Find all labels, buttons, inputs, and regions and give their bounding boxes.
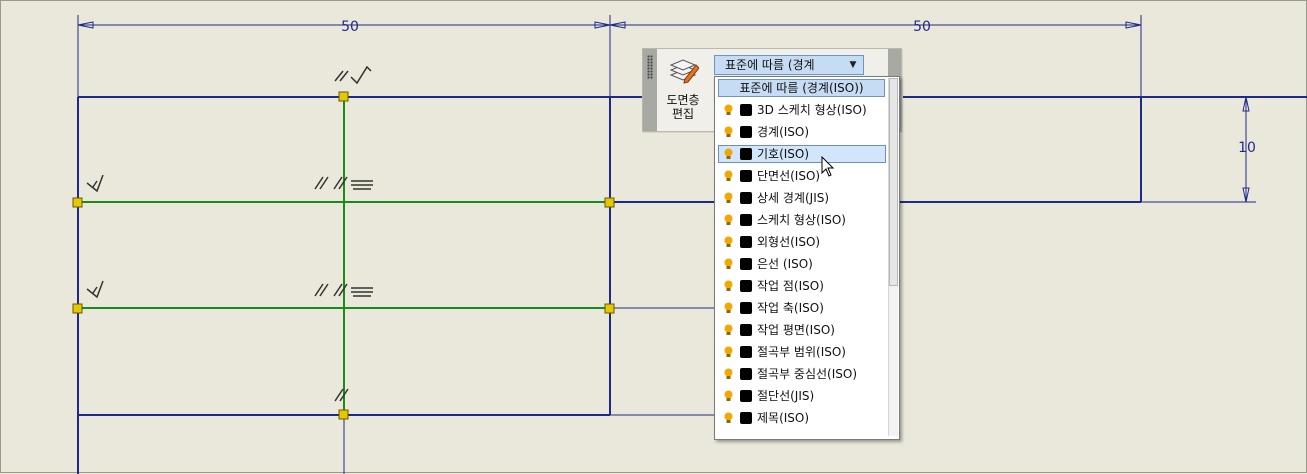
dimension-left-width[interactable]: 50 <box>341 19 359 35</box>
layer-color-swatch[interactable] <box>740 346 752 358</box>
layer-color-swatch[interactable] <box>740 412 752 424</box>
lightbulb-icon[interactable] <box>724 302 733 314</box>
dimension-right-width[interactable]: 50 <box>913 19 931 35</box>
layer-list-item[interactable]: 스케치 형상(ISO) <box>715 209 887 231</box>
layer-color-swatch[interactable] <box>740 368 752 380</box>
lightbulb-icon[interactable] <box>724 346 733 358</box>
layer-name: 제목(ISO) <box>757 411 810 425</box>
layer-list-item[interactable]: 단면선(ISO) <box>715 165 887 187</box>
layer-name: 작업 평면(ISO) <box>757 323 835 337</box>
chevron-down-icon: ▼ <box>849 60 857 70</box>
thin-lines <box>343 307 714 474</box>
lightbulb-icon[interactable] <box>724 104 733 116</box>
perpendicular-icon <box>86 174 104 193</box>
panel-grip[interactable] <box>643 49 657 131</box>
layer-color-swatch[interactable] <box>740 236 752 248</box>
layer-list-item[interactable]: 절곡부 중심선(ISO) <box>715 363 887 385</box>
lightbulb-icon[interactable] <box>724 236 733 248</box>
lightbulb-icon[interactable] <box>724 170 733 182</box>
constraint-glyphs[interactable] <box>86 65 373 402</box>
layer-name: 절단선(JIS) <box>757 389 815 403</box>
layer-color-swatch[interactable] <box>740 148 752 160</box>
layer-color-swatch[interactable] <box>740 126 752 138</box>
layer-list-item[interactable]: 작업 평면(ISO) <box>715 319 887 341</box>
layer-name: 은선 (ISO) <box>757 257 813 271</box>
lightbulb-icon[interactable] <box>724 324 733 336</box>
lightbulb-icon[interactable] <box>724 192 733 204</box>
layer-list: 3D 스케치 형상(ISO) 경계(ISO) 기호(ISO) 단면선(ISO) 상세 경… <box>715 99 887 429</box>
perpendicular-icon <box>86 280 104 299</box>
layer-name: 단면선(ISO) <box>757 169 821 183</box>
lightbulb-icon[interactable] <box>724 148 733 160</box>
layer-color-swatch[interactable] <box>740 390 752 402</box>
layer-select[interactable]: 표준에 따름 (경계 ▼ <box>714 55 864 75</box>
layer-name: 기호(ISO) <box>757 147 810 161</box>
layer-name: 절곡부 범위(ISO) <box>757 345 846 359</box>
lightbulb-icon[interactable] <box>724 280 733 292</box>
layer-list-item[interactable]: 3D 스케치 형상(ISO) <box>715 99 887 121</box>
layer-list-item[interactable]: 작업 점(ISO) <box>715 275 887 297</box>
layer-list-item[interactable]: 은선 (ISO) <box>715 253 887 275</box>
layer-color-swatch[interactable] <box>740 280 752 292</box>
dimension-right-height[interactable]: 10 <box>1238 140 1256 156</box>
layer-list-item[interactable]: 외형선(ISO) <box>715 231 887 253</box>
layer-color-swatch[interactable] <box>740 258 752 270</box>
lightbulb-icon[interactable] <box>724 412 733 424</box>
layer-dropdown-list[interactable]: 표준에 따름 (경계(ISO)) 3D 스케치 형상(ISO) 경계(ISO) 기호… <box>714 76 900 440</box>
layer-list-item[interactable]: 기호(ISO) <box>715 143 887 165</box>
lightbulb-icon[interactable] <box>724 258 733 270</box>
layer-color-swatch[interactable] <box>740 214 752 226</box>
layer-color-swatch[interactable] <box>740 192 752 204</box>
layer-color-swatch[interactable] <box>740 104 752 116</box>
layer-name: 상세 경계(JIS) <box>757 191 830 205</box>
layer-name: 작업 점(ISO) <box>757 279 824 293</box>
lightbulb-icon[interactable] <box>724 214 733 226</box>
sketch-lines[interactable] <box>78 97 610 415</box>
layer-name: 3D 스케치 형상(ISO) <box>757 103 867 117</box>
layer-list-item[interactable]: 상세 경계(JIS) <box>715 187 887 209</box>
dropdown-scrollbar[interactable] <box>888 78 898 436</box>
lightbulb-icon[interactable] <box>724 126 733 138</box>
lightbulb-icon[interactable] <box>724 368 733 380</box>
layer-name: 스케치 형상(ISO) <box>757 213 846 227</box>
drawing-canvas[interactable]: 50 50 10 도면층 편집 표준에 따름 (경계 ▼ 표준에 따름 (경계(… <box>0 0 1307 474</box>
layers-pencil-icon <box>669 59 700 84</box>
edit-layers-label-1: 도면층 <box>666 93 700 107</box>
edit-layers-label-2: 편집 <box>671 107 695 121</box>
layer-color-swatch[interactable] <box>740 170 752 182</box>
layer-list-item[interactable]: 제목(ISO) <box>715 407 887 429</box>
layer-color-swatch[interactable] <box>740 324 752 336</box>
layer-name: 경계(ISO) <box>757 125 810 139</box>
layer-name: 작업 축(ISO) <box>757 301 824 315</box>
parallel-perpendicular-icon <box>334 65 372 85</box>
lightbulb-icon[interactable] <box>724 390 733 402</box>
layer-select-value: 표준에 따름 (경계 <box>725 58 815 72</box>
scrollbar-thumb[interactable] <box>889 78 898 286</box>
layer-color-swatch[interactable] <box>740 302 752 314</box>
arrow-cursor-icon <box>821 156 835 177</box>
layer-list-item[interactable]: 작업 축(ISO) <box>715 297 887 319</box>
layer-name: 외형선(ISO) <box>757 235 821 249</box>
part-outline[interactable] <box>77 96 1307 474</box>
layer-list-item[interactable]: 경계(ISO) <box>715 121 887 143</box>
layer-name: 절곡부 중심선(ISO) <box>757 367 858 381</box>
edit-layers-button[interactable]: 도면층 편집 <box>661 53 705 127</box>
parallel-icon <box>334 388 349 402</box>
layer-list-item[interactable]: 절단선(JIS) <box>715 385 887 407</box>
layer-list-item[interactable]: 절곡부 범위(ISO) <box>715 341 887 363</box>
dropdown-current-layer[interactable]: 표준에 따름 (경계(ISO)) <box>718 79 885 97</box>
